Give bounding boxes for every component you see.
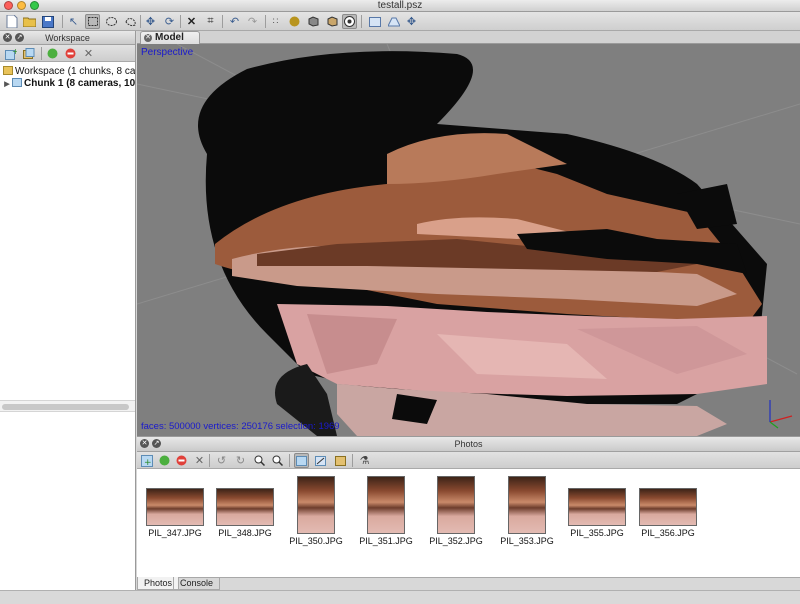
svg-text:+: + [12,48,17,56]
photos-header: ✕ ↗ Photos [137,437,800,452]
move-region-icon[interactable]: ✥ [404,14,419,29]
tree-item-chunk[interactable]: ▶ Chunk 1 (8 cameras, 1095 [0,78,135,90]
redo-icon[interactable]: ↷ [245,14,260,29]
disable-icon[interactable] [174,453,189,468]
edit-mask-icon[interactable] [313,453,328,468]
mask-icon[interactable] [333,453,348,468]
filter-icon[interactable]: ⚗ [357,453,372,468]
photo-image [639,488,697,526]
cameras-icon[interactable] [342,14,357,29]
workspace-icon [3,66,13,75]
remove-icon[interactable]: ✕ [81,46,96,61]
delete-icon[interactable]: ✕ [184,14,199,29]
tree-item-label: Chunk 1 (8 cameras, 1095 [24,78,135,89]
save-icon[interactable] [40,14,55,29]
photos-panel: ✕ ↗ Photos + ✕ ↺ ↻ ⚗ PIL_347.JPG PIL_348… [137,436,800,590]
resize-region-icon[interactable] [386,14,401,29]
bottom-tabbar: Photos Console [137,577,800,590]
pointer-icon[interactable]: ↖ [66,14,81,29]
photo-thumbnails: PIL_347.JPG PIL_348.JPG PIL_350.JPG PIL_… [137,470,800,576]
workspace-header: ✕ ↗ Workspace [0,31,135,45]
photo-image [216,488,274,526]
workspace-panel: ✕ ↗ Workspace + ✕ Workspace (1 chunks, 8… [0,31,136,590]
navigate-icon[interactable]: ✥ [143,14,158,29]
view-mode-label: Perspective [141,47,194,58]
workspace-tree: Workspace (1 chunks, 8 camer ▶ Chunk 1 (8… [0,62,135,90]
region-icon[interactable] [367,14,382,29]
photo-name: PIL_355.JPG [570,528,624,538]
status-bar [0,590,800,604]
title-bar: testall.psz [0,0,800,12]
crop-icon[interactable]: ⌗ [203,14,218,29]
enable-icon[interactable] [157,453,172,468]
photo-thumb[interactable]: PIL_356.JPG [632,476,704,538]
enable-icon[interactable] [45,46,60,61]
model-tabbar: ✕ Model [137,31,800,44]
model-viewport[interactable]: Perspective faces: 500000 vertices: 2501… [137,44,800,436]
rotate-left-icon[interactable]: ↺ [214,453,229,468]
zoom-out-icon[interactable] [270,453,285,468]
tab-model[interactable]: ✕ Model [140,31,200,44]
model-stats-label: faces: 500000 vertices: 250176 selection… [141,421,340,432]
photo-thumb[interactable]: PIL_355.JPG [561,476,633,538]
solid-icon[interactable] [287,14,302,29]
photo-name: PIL_351.JPG [359,536,413,546]
rect-select-icon[interactable] [85,14,100,29]
points-icon[interactable]: ∷ [268,14,283,29]
photo-name: PIL_350.JPG [289,536,343,546]
photo-thumb[interactable]: PIL_348.JPG [209,476,281,538]
remove-icon[interactable]: ✕ [192,453,207,468]
svg-text:+: + [144,458,152,467]
window-title: testall.psz [377,0,423,11]
workspace-toolbar: + ✕ [0,45,135,62]
photo-image [437,476,475,534]
textured-icon[interactable] [325,14,340,29]
photos-toolbar: + ✕ ↺ ↻ ⚗ [137,452,800,469]
photo-image [508,476,546,534]
model-render [137,44,800,436]
tree-item-workspace[interactable]: Workspace (1 chunks, 8 camer [0,66,135,78]
photo-thumb[interactable]: PIL_353.JPG [491,476,563,546]
photo-name: PIL_347.JPG [148,528,202,538]
add-photos-icon[interactable] [21,46,36,61]
open-icon[interactable] [22,14,37,29]
properties-area [0,414,135,590]
disable-icon[interactable] [63,46,78,61]
tab-console[interactable]: Console [173,577,221,590]
photo-thumb[interactable]: PIL_352.JPG [420,476,492,546]
rotate-right-icon[interactable]: ↻ [233,453,248,468]
photo-thumb[interactable]: PIL_350.JPG [280,476,352,546]
photo-thumb[interactable]: PIL_351.JPG [350,476,422,546]
photo-thumb[interactable]: PIL_347.JPG [139,476,211,538]
close-tab-icon[interactable]: ✕ [144,34,152,42]
new-icon[interactable] [4,14,19,29]
chunk-icon [12,78,22,87]
photo-name: PIL_353.JPG [500,536,554,546]
photo-image [297,476,335,534]
add-photos-icon[interactable]: + [139,453,154,468]
wireframe-icon[interactable] [306,14,321,29]
expand-arrow-icon[interactable]: ▶ [2,79,12,90]
axis-gizmo-icon [769,400,793,429]
main-toolbar: ↖ ✥ ⟳ ✕ ⌗ ↶ ↷ ∷ ✥ [0,12,800,31]
photo-image [367,476,405,534]
photos-title: Photos [454,439,483,449]
rotate-icon[interactable]: ⟳ [162,14,177,29]
undo-icon[interactable]: ↶ [227,14,242,29]
photo-image [146,488,204,526]
photo-name: PIL_348.JPG [218,528,272,538]
photo-name: PIL_356.JPG [641,528,695,538]
photo-image [568,488,626,526]
tab-model-label: Model [155,32,184,43]
thumbnail-view-icon[interactable] [294,453,309,468]
workspace-scrollbar-thumb[interactable] [2,404,129,410]
photo-name: PIL_352.JPG [429,536,483,546]
zoom-in-icon[interactable] [252,453,267,468]
ellipse-select-icon[interactable] [104,14,119,29]
workspace-title: Workspace [45,33,90,43]
tree-item-label: Workspace (1 chunks, 8 camer [15,66,135,77]
free-select-icon[interactable] [123,14,138,29]
add-chunk-icon[interactable]: + [3,46,18,61]
